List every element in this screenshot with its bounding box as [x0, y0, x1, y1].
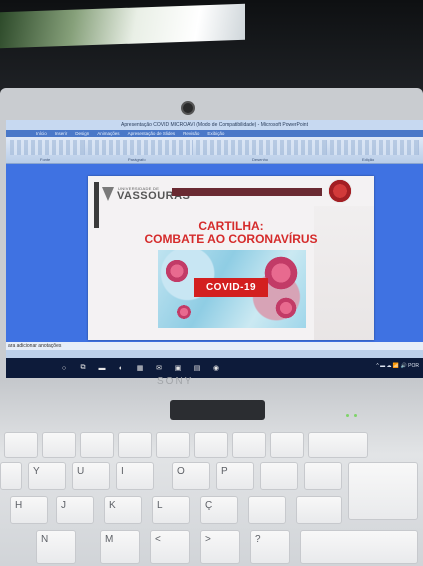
- keyboard-key[interactable]: [232, 432, 266, 458]
- university-logo: Universidade de VASSOURAS: [102, 185, 190, 205]
- key-u[interactable]: U: [72, 462, 110, 490]
- key-j[interactable]: J: [56, 496, 94, 524]
- media-panel: [170, 400, 265, 420]
- keyboard-key[interactable]: [308, 432, 368, 458]
- laptop-brand: SONY: [157, 376, 194, 387]
- keyboard-key[interactable]: [248, 496, 286, 524]
- virus-icon: [274, 296, 298, 320]
- edge-icon[interactable]: ◐: [115, 363, 127, 373]
- search-icon[interactable]: ○: [58, 363, 70, 373]
- task-view-icon[interactable]: ⧉: [77, 363, 89, 373]
- shift-key[interactable]: [300, 530, 418, 564]
- ribbon-group-label: Parágrafo: [128, 157, 146, 162]
- status-led: [346, 414, 349, 417]
- keyboard-key[interactable]: [156, 432, 190, 458]
- key-greater-than[interactable]: >: [200, 530, 240, 564]
- key-o[interactable]: O: [172, 462, 210, 490]
- keyboard-key[interactable]: [260, 462, 298, 490]
- app-icon[interactable]: ▤: [191, 363, 203, 373]
- ribbon-tabs: Início Inserir Design Animações Apresent…: [6, 130, 423, 137]
- header-band: [172, 188, 322, 196]
- room-background: [0, 0, 423, 100]
- keyboard-key[interactable]: [0, 462, 22, 490]
- enter-key[interactable]: [348, 462, 418, 520]
- key-question[interactable]: ?: [250, 530, 290, 564]
- ribbon-group-paragraph[interactable]: [88, 140, 193, 155]
- chrome-icon[interactable]: ◉: [210, 363, 222, 373]
- ribbon-group-font[interactable]: [10, 140, 85, 155]
- seal-icon: [328, 179, 352, 203]
- window-title: Apresentação COVID MICROAVI (Modo de Com…: [6, 120, 423, 130]
- covid-badge: COVID-19: [194, 278, 268, 297]
- system-tray[interactable]: ^ ▬ ☁ 📶 🔊 POR: [376, 363, 419, 369]
- key-n[interactable]: N: [36, 530, 76, 564]
- tab-apresentacao[interactable]: Apresentação de Slides: [128, 131, 176, 136]
- tab-exibicao[interactable]: Exibição: [207, 131, 224, 136]
- notes-pane[interactable]: ara adicionar anotações: [6, 342, 423, 350]
- ribbon-group-editing[interactable]: [330, 140, 419, 155]
- mail-icon[interactable]: ✉: [153, 363, 165, 373]
- tab-animacoes[interactable]: Animações: [97, 131, 119, 136]
- ribbon-group-label: Desenho: [252, 157, 269, 162]
- tv-screen: [0, 3, 245, 49]
- key-k[interactable]: K: [104, 496, 142, 524]
- keyboard-key[interactable]: [80, 432, 114, 458]
- status-bar: [6, 350, 423, 358]
- powerpoint-icon[interactable]: ▣: [172, 363, 184, 373]
- tab-inicio[interactable]: Início: [36, 131, 47, 136]
- ribbon: Fonte Parágrafo Desenho Edição: [6, 137, 423, 164]
- tab-revisao[interactable]: Revisão: [183, 131, 199, 136]
- virus-icon: [176, 304, 192, 320]
- ribbon-group-drawing[interactable]: [196, 140, 327, 155]
- key-m[interactable]: M: [100, 530, 140, 564]
- keyboard-key[interactable]: [270, 432, 304, 458]
- status-led: [354, 414, 357, 417]
- store-icon[interactable]: ▦: [134, 363, 146, 373]
- laptop-screen: Apresentação COVID MICROAVI (Modo de Com…: [6, 120, 423, 378]
- ribbon-group-label: Edição: [362, 157, 375, 162]
- key-h[interactable]: H: [10, 496, 48, 524]
- keyboard-key[interactable]: [296, 496, 342, 524]
- keyboard-key[interactable]: [42, 432, 76, 458]
- tab-design[interactable]: Design: [75, 131, 89, 136]
- shield-icon: [102, 187, 114, 201]
- webcam-icon: [181, 101, 195, 115]
- keyboard-key[interactable]: [304, 462, 342, 490]
- key-c-cedilla[interactable]: Ç: [200, 496, 238, 524]
- tab-inserir[interactable]: Inserir: [55, 131, 68, 136]
- windows-taskbar: ○ ⧉ ▬ ◐ ▦ ✉ ▣ ▤ ◉ ^ ▬ ☁ 📶 🔊 POR: [6, 358, 423, 378]
- key-i[interactable]: I: [116, 462, 154, 490]
- key-l[interactable]: L: [152, 496, 190, 524]
- photo: Apresentação COVID MICROAVI (Modo de Com…: [0, 0, 423, 566]
- keyboard: Y U I O P H J K L Ç N M < > ?: [0, 430, 423, 566]
- keyboard-key[interactable]: [4, 432, 38, 458]
- ribbon-group-label: Fonte: [40, 157, 51, 162]
- slide-title-line1: CARTILHA:: [198, 219, 264, 233]
- keyboard-key[interactable]: [194, 432, 228, 458]
- keyboard-key[interactable]: [118, 432, 152, 458]
- key-p[interactable]: P: [216, 462, 254, 490]
- file-explorer-icon[interactable]: ▬: [96, 363, 108, 373]
- slide-canvas[interactable]: Universidade de VASSOURAS CARTILHA: COMB…: [88, 176, 374, 340]
- slide-title-line2: COMBATE AO CORONAVÍRUS: [144, 232, 318, 246]
- key-less-than[interactable]: <: [150, 530, 190, 564]
- virus-icon: [164, 258, 190, 284]
- key-y[interactable]: Y: [28, 462, 66, 490]
